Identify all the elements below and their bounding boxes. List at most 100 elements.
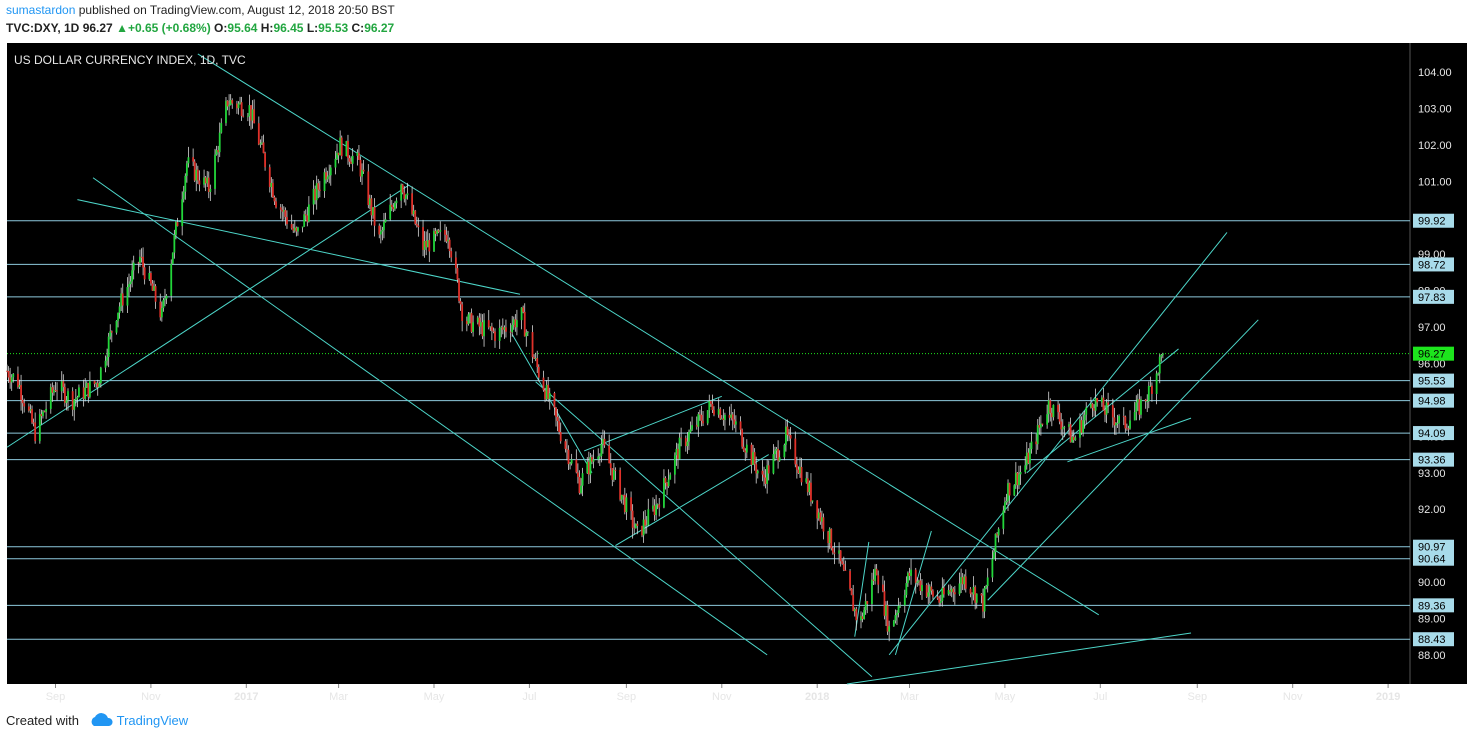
candle-body — [38, 414, 41, 442]
candle-body — [62, 381, 65, 388]
candle-body — [476, 317, 479, 323]
candle-body — [1069, 424, 1072, 443]
candle-body — [731, 414, 734, 420]
level-price-label: 93.36 — [1418, 455, 1446, 467]
candle-body — [1068, 424, 1070, 427]
candle-body — [942, 587, 945, 595]
candle-body — [905, 583, 908, 596]
candle-body — [487, 320, 490, 328]
candle-body — [198, 180, 201, 185]
candle-body — [587, 461, 590, 475]
candle-body — [536, 358, 539, 367]
candle-body — [576, 472, 579, 477]
level-price-label: 97.83 — [1418, 292, 1446, 304]
candle-body — [264, 153, 266, 168]
candle-body — [470, 313, 473, 332]
candle-body — [800, 466, 803, 483]
candle-body — [271, 182, 274, 198]
candle-body — [827, 531, 830, 544]
candle-body — [795, 464, 798, 470]
candle-body — [292, 228, 295, 231]
candle-body — [434, 230, 437, 234]
candle-body — [229, 100, 232, 105]
candle-body — [1138, 399, 1141, 415]
candle-body — [7, 370, 10, 378]
candle-body — [325, 172, 327, 180]
candle-body — [553, 393, 556, 408]
candle-body — [817, 512, 820, 519]
candle-body — [218, 132, 221, 153]
candle-body — [444, 230, 446, 235]
candle-body — [425, 240, 428, 248]
candle-body — [525, 332, 528, 337]
candle-body — [286, 217, 288, 225]
candle-body — [1115, 423, 1117, 426]
candle-body — [18, 385, 21, 388]
candle-body — [1093, 408, 1095, 411]
candle-body — [719, 408, 722, 419]
candle-body — [630, 497, 632, 511]
candle-body — [916, 581, 919, 583]
candle-body — [1136, 399, 1139, 403]
candle-body — [1129, 420, 1131, 429]
candle-body — [142, 257, 144, 268]
candle-body — [974, 586, 977, 603]
publish-info: sumastardon published on TradingView.com… — [6, 3, 395, 17]
candle-body — [154, 286, 157, 302]
candle-body — [1049, 400, 1052, 413]
candle-body — [614, 469, 617, 471]
candle-body — [259, 143, 262, 145]
y-tick-label: 104.00 — [1418, 67, 1452, 79]
up-arrow-icon: ▲ — [116, 21, 128, 35]
candle-body — [930, 586, 933, 591]
candle-body — [126, 287, 129, 306]
candle-body — [34, 422, 37, 442]
author-link[interactable]: sumastardon — [6, 3, 75, 17]
candle-body — [907, 572, 909, 584]
candle-body — [589, 457, 592, 475]
candle-body — [129, 281, 132, 285]
candle-body — [239, 102, 241, 104]
candle-body — [505, 327, 507, 332]
candle-body — [680, 437, 683, 439]
candle-body — [23, 403, 26, 407]
candle-body — [774, 450, 776, 455]
x-tick-label: 2017 — [234, 691, 258, 703]
candle-body — [139, 256, 141, 263]
candle-body — [21, 399, 24, 404]
candle-body — [270, 182, 273, 188]
candle-body — [1057, 404, 1059, 413]
candle-body — [326, 176, 329, 180]
candle-body — [1144, 399, 1147, 402]
candle-body — [695, 425, 698, 427]
candle-body — [82, 387, 85, 399]
candle-body — [711, 403, 714, 410]
candle-body — [1050, 412, 1053, 418]
candle-body — [642, 519, 645, 536]
candle-body — [520, 307, 523, 321]
candle-body — [908, 572, 911, 576]
candle-body — [1124, 416, 1127, 429]
candle-body — [490, 326, 493, 331]
candle-body — [717, 408, 720, 415]
candle-body — [1105, 402, 1108, 415]
candle-body — [248, 105, 251, 117]
candle-body — [1030, 441, 1033, 450]
candle-body — [140, 256, 143, 258]
candle-body — [143, 267, 146, 280]
candle-body — [652, 505, 654, 510]
candle-body — [262, 142, 265, 154]
candle-body — [625, 497, 628, 513]
candle-body — [545, 384, 548, 400]
candle-body — [406, 193, 409, 196]
candle-body — [706, 410, 709, 424]
candle-body — [591, 457, 593, 462]
tradingview-link[interactable]: TradingView — [117, 713, 189, 728]
candle-body — [983, 587, 986, 612]
y-tick-label: 102.00 — [1418, 140, 1452, 152]
candle-body — [1027, 452, 1030, 464]
candle-body — [698, 414, 701, 415]
candle-body — [117, 312, 119, 321]
price-chart[interactable]: 104.00103.00102.00101.00100.0099.0098.00… — [0, 40, 1467, 705]
candle-body — [1085, 407, 1088, 415]
